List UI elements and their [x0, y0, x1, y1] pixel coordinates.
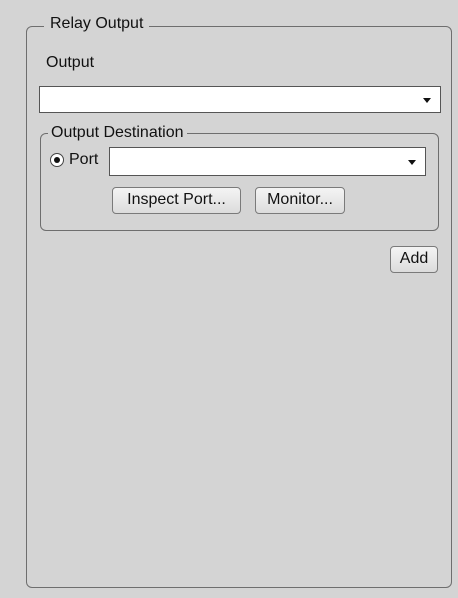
chevron-down-icon [408, 160, 416, 165]
add-button[interactable]: Add [390, 246, 438, 273]
chevron-down-icon [423, 98, 431, 103]
port-label[interactable]: Port [69, 150, 98, 170]
relay-output-title: Relay Output [44, 14, 150, 34]
port-radio[interactable] [50, 153, 64, 167]
radio-selected-dot [54, 157, 60, 163]
output-label: Output [46, 54, 95, 71]
output-destination-title: Output Destination [48, 123, 187, 143]
inspect-port-button[interactable]: Inspect Port... [112, 187, 241, 214]
output-dropdown[interactable] [39, 86, 441, 113]
monitor-button[interactable]: Monitor... [255, 187, 345, 214]
port-dropdown[interactable] [109, 147, 426, 176]
